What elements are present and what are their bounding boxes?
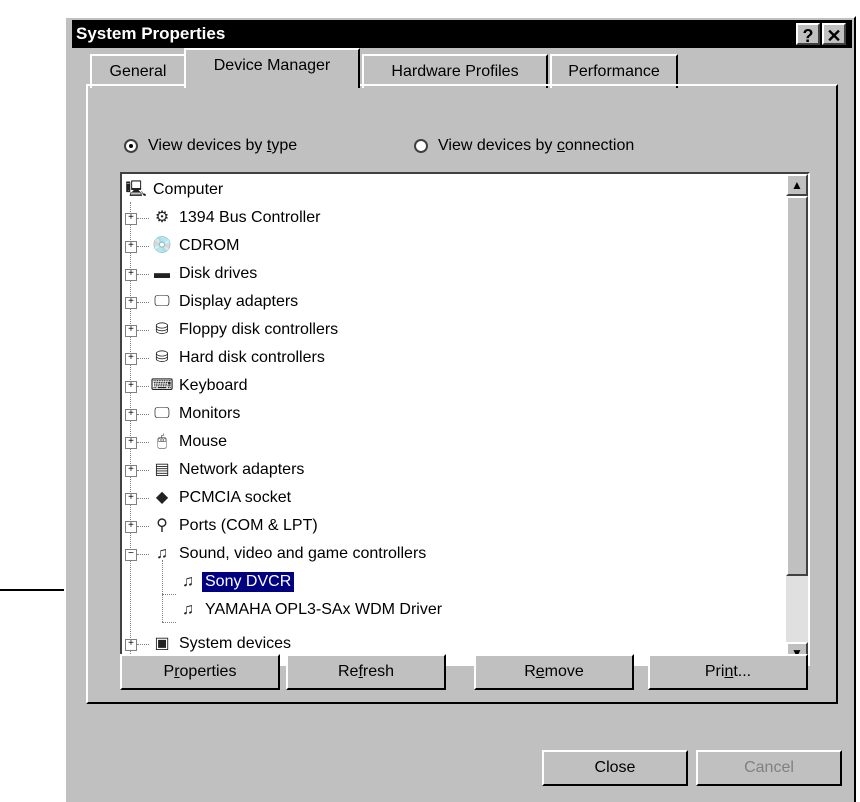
close-window-button[interactable]: ✕ — [822, 23, 846, 46]
floppy-controller-icon: ⛁ — [155, 321, 169, 338]
expand-icon[interactable]: + — [125, 353, 137, 365]
tab-hardware-profiles[interactable]: Hardware Profiles — [362, 54, 548, 88]
properties-button[interactable]: Properties — [120, 654, 280, 690]
cancel-button-label: Cancel — [744, 759, 794, 776]
expand-icon[interactable]: + — [125, 409, 137, 421]
tree-item-label: Disk drives — [179, 265, 258, 282]
close-icon: ✕ — [826, 26, 842, 46]
view-by-type-label: View devices by type — [148, 137, 298, 154]
expand-icon[interactable]: + — [125, 213, 137, 225]
disk-drive-icon: ▬ — [154, 265, 170, 282]
tree-item-label: Monitors — [179, 405, 241, 422]
tree-item-label: Ports (COM & LPT) — [179, 517, 318, 534]
cdrom-icon: 💿 — [152, 237, 172, 254]
tree-item-label: Keyboard — [179, 377, 248, 394]
remove-button[interactable]: Remove — [474, 654, 634, 690]
expand-icon[interactable]: + — [125, 269, 137, 281]
radio-selected-icon — [124, 139, 138, 153]
arrow-up-icon: ▲ — [791, 178, 803, 192]
tree-connector-line — [162, 560, 163, 622]
monitor-icon: 🖵 — [154, 405, 170, 422]
tree-item-label: Mouse — [179, 433, 228, 450]
view-by-type-radio[interactable]: View devices by type — [124, 136, 297, 156]
view-by-connection-radio[interactable]: View devices by connection — [414, 136, 634, 156]
tree-item-label: Display adapters — [179, 293, 299, 310]
port-icon: ⚲ — [156, 517, 168, 534]
tab-general-label: General — [109, 63, 167, 80]
network-adapter-icon: ▤ — [154, 461, 170, 478]
expand-icon[interactable]: + — [125, 437, 137, 449]
expand-icon[interactable]: + — [125, 241, 137, 253]
mouse-icon: 🖱 — [157, 433, 167, 450]
vertical-scrollbar[interactable]: ▲ ▼ — [786, 174, 808, 664]
tab-performance-label: Performance — [568, 63, 660, 80]
tree-connector-line — [162, 594, 176, 595]
expand-icon[interactable]: + — [125, 325, 137, 337]
tree-item-label: YAMAHA OPL3-SAx WDM Driver — [205, 601, 443, 618]
tree-item-label-selected: Sony DVCR — [200, 571, 296, 593]
expand-icon[interactable]: + — [125, 381, 137, 393]
radio-unselected-icon — [414, 139, 428, 153]
tree-item-label: Sound, video and game controllers — [179, 545, 427, 562]
tab-device-manager[interactable]: Device Manager — [184, 48, 360, 88]
expand-icon[interactable]: + — [125, 465, 137, 477]
expand-icon[interactable]: + — [125, 639, 137, 651]
keyboard-icon: ⌨ — [150, 377, 174, 394]
tree-root-label: Computer — [153, 181, 224, 198]
view-by-connection-label: View devices by connection — [438, 137, 635, 154]
title-bar: System Properties ? ✕ — [72, 20, 852, 48]
tab-hardware-profiles-label: Hardware Profiles — [391, 63, 519, 80]
device-tree[interactable]: 🖳 Computer + ⚙ 1394 Bus Controller + 💿 C… — [120, 172, 810, 666]
tab-performance[interactable]: Performance — [550, 54, 678, 88]
computer-icon: 🖳 — [125, 181, 147, 198]
tree-item-label: 1394 Bus Controller — [179, 209, 321, 226]
scrollbar-thumb[interactable] — [786, 196, 808, 576]
close-button-label: Close — [594, 759, 636, 776]
scroll-up-button[interactable]: ▲ — [786, 174, 808, 196]
help-icon: ? — [802, 26, 814, 46]
tree-item-label: CDROM — [179, 237, 240, 254]
tree-item-label: Floppy disk controllers — [179, 321, 339, 338]
tree-item-label: PCMCIA socket — [179, 489, 292, 506]
help-button[interactable]: ? — [796, 23, 820, 46]
cancel-button[interactable]: Cancel — [696, 750, 842, 786]
pcmcia-icon: ◆ — [155, 489, 169, 506]
tab-general[interactable]: General — [90, 54, 186, 88]
collapse-icon[interactable]: − — [125, 549, 137, 561]
system-device-icon: ▣ — [154, 635, 170, 652]
window-title: System Properties — [76, 24, 226, 43]
print-button[interactable]: Print... — [648, 654, 808, 690]
sound-device-icon: ♫ — [182, 601, 194, 618]
tree-item-label: System devices — [179, 635, 292, 652]
expand-icon[interactable]: + — [125, 297, 137, 309]
hard-disk-controller-icon: ⛁ — [155, 349, 169, 366]
sound-device-icon: ♫ — [182, 573, 194, 590]
tree-item-label: Network adapters — [179, 461, 305, 478]
tree-item-label: Hard disk controllers — [179, 349, 325, 366]
system-properties-window: System Properties ? ✕ General Device Man… — [64, 16, 856, 802]
tree-connector-line — [162, 622, 176, 623]
refresh-button[interactable]: Refresh — [286, 654, 446, 690]
bus-controller-icon: ⚙ — [154, 209, 170, 226]
display-adapter-icon: 🖵 — [154, 293, 170, 310]
expand-icon[interactable]: + — [125, 521, 137, 533]
sound-controller-icon: ♫ — [156, 545, 168, 562]
expand-icon[interactable]: + — [125, 493, 137, 505]
close-button[interactable]: Close — [542, 750, 688, 786]
tab-device-manager-label: Device Manager — [213, 57, 331, 74]
